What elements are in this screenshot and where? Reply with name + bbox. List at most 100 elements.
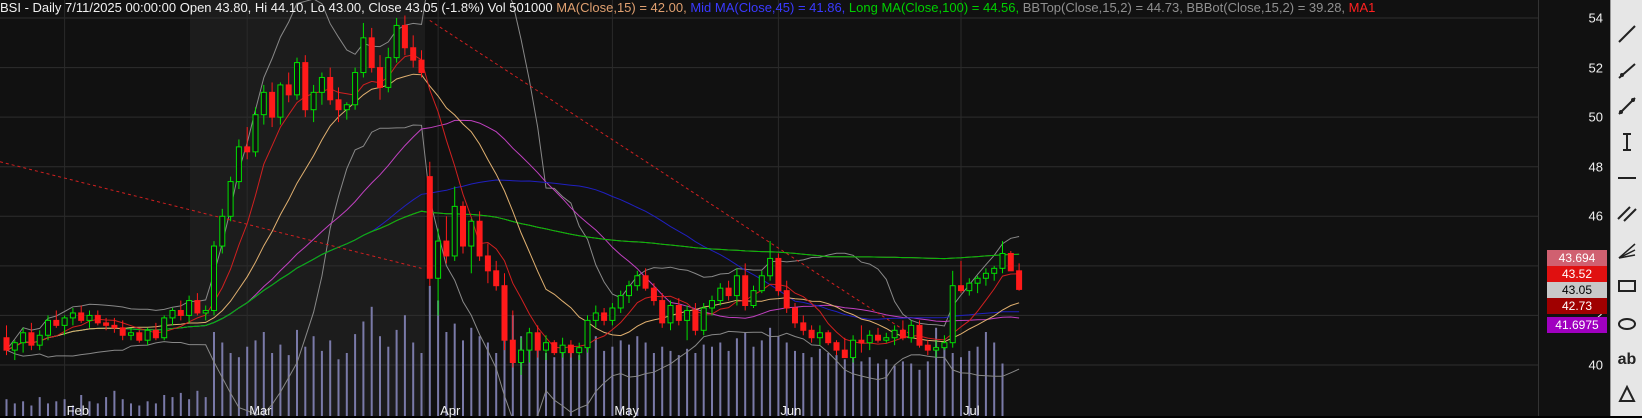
volume-bar [702,344,705,416]
candle-body [692,309,699,331]
candle-body [1007,252,1014,272]
volume-bar [345,353,348,416]
volume-bar [154,403,157,416]
volume-bar [951,353,954,416]
candle-body [119,327,126,336]
candle-body [451,205,458,257]
candle-body [982,272,989,279]
vertical-line-icon[interactable] [1614,128,1640,156]
candle-body [709,300,715,309]
volume-bar [412,342,415,416]
volume-bar [246,346,249,416]
candle-body [294,62,300,96]
candle-body [758,275,765,292]
candle-body [435,240,442,279]
candle-body [991,267,998,274]
volume-bar [179,392,182,416]
y-tick-label: 50 [1588,109,1603,125]
header-ma15: MA(Close,15) = 42.00, [556,0,691,15]
ellipse-tool-icon[interactable] [1614,310,1640,338]
header-bbtop: BBTop(Close,15,2) = 44.73, [1022,0,1187,15]
volume-bar [171,397,174,416]
volume-bar [204,397,207,416]
candle-body [94,314,101,324]
candle-body [20,332,27,344]
text-tool-icon[interactable]: ab [1614,346,1640,374]
header-symbol: BSI [0,0,21,15]
candle-body [493,270,500,287]
volume-bar [918,369,921,416]
candle-body [152,329,159,339]
volume-bar [818,348,821,416]
volume-bar [769,327,772,416]
candle-body [318,76,325,93]
candle-body [684,309,691,321]
volume-bar [478,336,481,416]
price-marker-label: 43.694 [1547,250,1607,266]
rectangle-tool-icon[interactable] [1614,272,1640,300]
horizontal-line-icon[interactable] [1614,164,1640,192]
volume-bar [370,306,373,416]
candle-body [11,342,18,351]
price-chart[interactable] [0,0,1538,416]
candle-body [858,339,865,344]
volume-bar [113,390,116,416]
volume-bar [553,357,556,416]
candle-body [592,312,599,321]
fan-tool-icon[interactable] [1614,236,1640,264]
arrow-tool-icon[interactable] [1614,380,1640,408]
volume-bar [462,340,464,416]
candle-body [725,287,732,297]
candle-body [468,220,475,247]
volume-bar [960,357,962,416]
candle-body [1016,270,1023,290]
candle-body [69,312,76,319]
candle-body [343,104,350,111]
candle-body [916,324,923,346]
candle-body [136,332,143,341]
volume-bar [719,342,722,416]
y-tick-label: 40 [1588,357,1603,373]
candle-body [235,146,242,183]
candle-body [460,205,466,247]
candle-body [825,332,832,344]
line-tool-icon[interactable] [1614,20,1640,48]
candle-body [260,91,267,116]
volume-bar [63,399,66,416]
volume-bar [993,342,996,416]
volume-bar [644,342,647,416]
candle-body [717,287,724,302]
volume-bar [943,344,946,416]
parallel-lines-icon[interactable] [1614,200,1640,228]
volume-bar [686,348,689,416]
y-axis[interactable]: 5452504846424043.69443.5243.0542.7341.69… [1538,0,1611,416]
volume-bar [727,350,730,416]
volume-bar [304,346,307,416]
volume-bar [901,361,904,416]
candle-body [28,332,35,346]
volume-bar [279,344,282,416]
candle-body [418,59,425,74]
volume-bar [669,350,672,416]
candle-body [128,332,134,336]
volume-bar [536,348,539,416]
candle-body [659,300,666,324]
volume-bar [578,355,581,416]
candle-body [891,329,898,339]
volume-bar [329,340,332,416]
candle-body [78,312,85,321]
volume-bar [495,353,498,416]
candle-body [601,312,608,321]
price-chart-area[interactable]: BSI - Daily 7/11/2025 00:00:00 Open 43.8… [0,0,1538,418]
candle-body [476,220,483,257]
candle-body [999,252,1006,269]
candle-body [61,317,68,326]
candle-body [949,285,956,344]
trend-tool-icon[interactable] [1614,92,1640,120]
ray-tool-icon[interactable] [1614,56,1640,84]
candle-body [675,305,682,321]
candle-body [783,290,790,309]
volume-bar [146,401,149,416]
candle-body [974,277,981,284]
volume-bar [163,395,166,416]
